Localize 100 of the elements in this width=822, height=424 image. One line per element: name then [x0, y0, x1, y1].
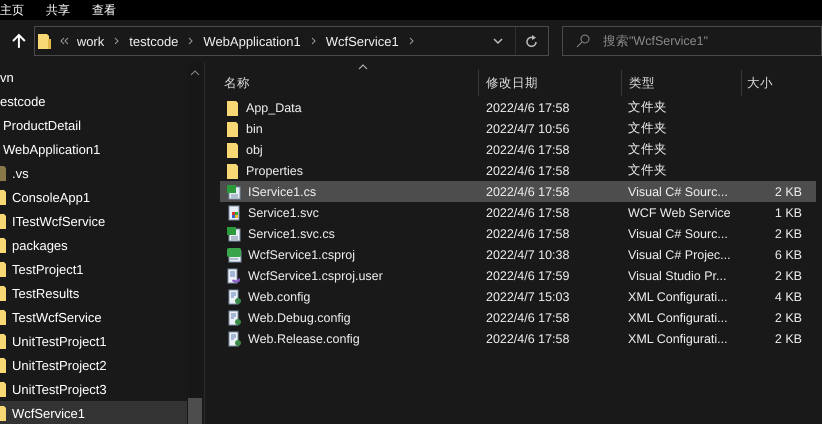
file-row[interactable]: Web.Debug.config 2022/4/6 17:58 XML Configurati... 2 KB — [220, 307, 816, 328]
folder-icon — [0, 213, 8, 229]
config-file-icon — [226, 310, 242, 326]
chevron-right-icon[interactable] — [188, 37, 194, 45]
column-header[interactable]: 类型 — [621, 70, 741, 96]
tree-item[interactable]: .vs — [0, 161, 187, 185]
tree-item[interactable]: ConsoleApp1 — [0, 185, 187, 209]
chevron-right-icon[interactable] — [310, 37, 316, 45]
scroll-up-icon[interactable] — [190, 70, 200, 76]
folder-icon — [0, 237, 8, 253]
modified-date: 2022/4/6 17:58 — [485, 164, 570, 178]
folder-icon — [0, 357, 8, 373]
tree-item[interactable]: TestWcfService — [0, 305, 187, 329]
tree-item[interactable]: ITestWcfService — [0, 209, 187, 233]
file-row[interactable]: bin 2022/4/7 10:56 文件夹 — [220, 118, 816, 139]
file-type: 文件夹 — [627, 141, 668, 158]
modified-date: 2022/4/6 17:58 — [485, 142, 570, 156]
breadcrumb-link[interactable]: testcode — [129, 34, 178, 48]
file-size: 6 KB — [774, 248, 803, 262]
column-header[interactable]: 大小 — [741, 70, 806, 96]
double-chevron-icon[interactable] — [60, 37, 69, 45]
modified-date: 2022/4/6 17:58 — [485, 184, 570, 198]
chevron-right-icon[interactable] — [114, 37, 120, 45]
file-type: Visual C# Projec... — [627, 248, 732, 262]
tree-item[interactable]: TestProject1 — [0, 257, 187, 281]
file-type: 文件夹 — [627, 99, 668, 116]
file-name: Properties — [246, 164, 303, 178]
folder-icon — [0, 189, 8, 205]
tree-item[interactable]: UnitTestProject2 — [0, 353, 187, 377]
modified-date: 2022/4/7 10:56 — [485, 122, 570, 136]
ribbon-tab[interactable]: 主页 — [0, 2, 24, 18]
tree-item[interactable]: WebApplication1 — [0, 137, 187, 161]
modified-date: 2022/4/6 17:58 — [485, 310, 570, 324]
modified-date: 2022/4/7 10:38 — [485, 248, 570, 262]
breadcrumb-link[interactable]: work — [76, 34, 104, 48]
file-name: Service1.svc — [248, 206, 319, 220]
modified-date: 2022/4/6 17:58 — [485, 100, 570, 114]
folder-icon — [38, 33, 51, 49]
ribbon-tab[interactable]: 查看 — [92, 2, 116, 18]
file-row[interactable]: App_Data 2022/4/6 17:58 文件夹 — [220, 97, 816, 118]
folder-icon — [226, 162, 240, 178]
file-row[interactable]: Properties 2022/4/6 17:58 文件夹 — [220, 160, 816, 181]
tree-item[interactable]: vn — [0, 65, 187, 89]
dropdown-chevron-icon[interactable] — [493, 38, 503, 44]
search-field[interactable]: 搜索"WcfService1" — [562, 26, 822, 56]
modified-date: 2022/4/7 15:03 — [485, 290, 570, 304]
file-name: Web.config — [248, 290, 310, 304]
tree-item[interactable]: UnitTestProject1 — [0, 329, 187, 353]
folder-icon — [0, 285, 8, 301]
breadcrumb-link[interactable]: WcfService1 — [326, 34, 399, 48]
file-type: XML Configurati... — [627, 332, 729, 346]
user-file-icon — [226, 268, 242, 284]
file-type: 文件夹 — [627, 162, 668, 179]
address-bar[interactable]: work testcode WebApplication1 WcfService1 — [34, 26, 549, 56]
folder-icon — [226, 142, 240, 158]
column-header[interactable]: 修改日期 — [478, 70, 621, 96]
file-size: 2 KB — [774, 226, 803, 240]
folder-icon — [0, 405, 8, 421]
file-type: XML Configurati... — [627, 310, 729, 324]
file-type: 文件夹 — [627, 120, 668, 137]
column-header[interactable]: 名称 — [220, 70, 478, 96]
file-row[interactable]: Service1.svc 2022/4/6 17:58 WCF Web Service 1 KB — [220, 202, 816, 223]
file-name: Web.Release.config — [248, 332, 360, 346]
file-name: bin — [246, 122, 263, 136]
tree-item[interactable]: TestResults — [0, 281, 187, 305]
modified-date: 2022/4/6 17:58 — [485, 206, 570, 220]
code-file-icon — [226, 226, 242, 242]
folder-icon — [0, 333, 8, 349]
tree-item[interactable]: ProductDetail — [0, 113, 187, 137]
breadcrumb-link[interactable]: WebApplication1 — [203, 34, 301, 48]
file-name: Service1.svc.cs — [248, 226, 335, 240]
file-row[interactable]: obj 2022/4/6 17:58 文件夹 — [220, 139, 816, 160]
up-arrow-icon[interactable] — [12, 33, 26, 49]
folder-icon — [226, 120, 240, 136]
file-size: 4 KB — [774, 290, 803, 304]
tree-item[interactable]: WcfService1 — [0, 401, 187, 424]
sort-ascending-icon[interactable] — [358, 64, 368, 70]
file-row[interactable]: WcfService1.csproj 2022/4/7 10:38 Visual C# Projec... 6 KB — [220, 244, 816, 265]
search-icon — [576, 34, 590, 48]
ribbon-tab[interactable]: 共享 — [46, 2, 70, 18]
file-row[interactable]: Service1.svc.cs 2022/4/6 17:58 Visual C# Sourc... 2 KB — [220, 223, 816, 244]
file-row[interactable]: WcfService1.csproj.user 2022/4/6 17:59 Visual Studio Pr... 2 KB — [220, 265, 816, 286]
folder-icon — [0, 165, 8, 181]
file-row[interactable]: Web.config 2022/4/7 15:03 XML Configurati... 4 KB — [220, 286, 816, 307]
tree-item[interactable]: packages — [0, 233, 187, 257]
file-row[interactable]: IService1.cs 2022/4/6 17:58 Visual C# Sourc... 2 KB — [220, 181, 816, 202]
file-type: Visual C# Sourc... — [627, 226, 729, 240]
file-row[interactable]: Web.Release.config 2022/4/6 17:58 XML Configurati... 2 KB — [220, 328, 816, 349]
chevron-right-icon[interactable] — [408, 37, 414, 45]
file-type: WCF Web Service — [627, 206, 732, 220]
tree-item[interactable]: UnitTestProject3 — [0, 377, 187, 401]
scrollbar-thumb[interactable] — [188, 398, 202, 424]
file-size: 2 KB — [774, 184, 803, 198]
file-name: App_Data — [246, 100, 302, 114]
project-file-icon — [226, 246, 242, 262]
file-type: XML Configurati... — [627, 290, 729, 304]
code-file-icon — [226, 184, 242, 200]
tree-item[interactable]: estcode — [0, 89, 187, 113]
config-file-icon — [226, 330, 242, 346]
refresh-icon[interactable] — [526, 34, 538, 48]
